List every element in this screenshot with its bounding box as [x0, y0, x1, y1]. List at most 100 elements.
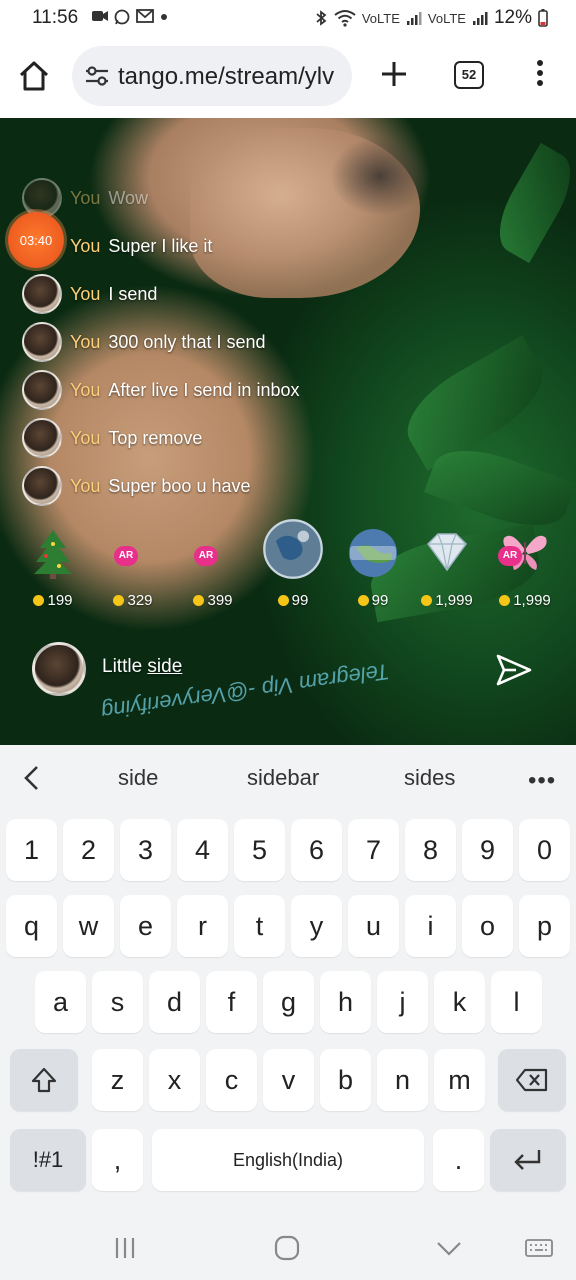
- key-1[interactable]: 1: [6, 819, 57, 881]
- key-8[interactable]: 8: [405, 819, 456, 881]
- shift-icon: [31, 1067, 57, 1093]
- avatar[interactable]: [22, 274, 62, 314]
- battery-icon: [538, 9, 548, 27]
- gmail-icon: [136, 9, 154, 23]
- key-3[interactable]: 3: [120, 819, 171, 881]
- coin-icon: [33, 595, 45, 606]
- keyboard-icon[interactable]: [524, 1233, 554, 1263]
- hide-keyboard-icon[interactable]: [434, 1233, 464, 1263]
- home-nav-icon[interactable]: [272, 1233, 302, 1263]
- avatar[interactable]: [32, 642, 86, 696]
- key-t[interactable]: t: [234, 895, 285, 957]
- chat-username[interactable]: You: [70, 428, 100, 449]
- backspace-icon: [515, 1068, 548, 1092]
- key-w[interactable]: w: [63, 895, 114, 957]
- gift-item[interactable]: 199: [22, 526, 84, 616]
- more-options-icon[interactable]: •••: [528, 767, 556, 795]
- gift-item[interactable]: 99: [342, 526, 404, 616]
- chat-text: Super boo u have: [108, 475, 251, 496]
- shift-key[interactable]: [10, 1049, 78, 1111]
- key-k[interactable]: k: [434, 971, 485, 1033]
- key-p[interactable]: p: [519, 895, 570, 957]
- key-b[interactable]: b: [320, 1049, 371, 1111]
- chevron-left-icon[interactable]: [18, 763, 46, 793]
- key-s[interactable]: s: [92, 971, 143, 1033]
- avatar[interactable]: [22, 418, 62, 458]
- key-a[interactable]: a: [35, 971, 86, 1033]
- signal-text-2: VoLTE: [427, 10, 466, 26]
- chat-username[interactable]: You: [70, 188, 100, 209]
- key-i[interactable]: i: [405, 895, 456, 957]
- home-icon[interactable]: [16, 58, 52, 94]
- avatar[interactable]: [22, 466, 62, 506]
- key-y[interactable]: y: [291, 895, 342, 957]
- send-icon[interactable]: [494, 650, 534, 690]
- chat-message: You 300 only that I send: [22, 322, 266, 362]
- gift-price: 399: [182, 592, 244, 609]
- avatar[interactable]: [22, 322, 62, 362]
- coin-icon: [277, 595, 289, 606]
- key-x[interactable]: x: [149, 1049, 200, 1111]
- key-u[interactable]: u: [348, 895, 399, 957]
- key-4[interactable]: 4: [177, 819, 228, 881]
- chat-username[interactable]: You: [70, 476, 100, 497]
- address-bar[interactable]: tango.me/stream/ylv: [72, 46, 352, 106]
- chat-text: I send: [108, 283, 158, 304]
- chat-input[interactable]: Little side: [102, 656, 182, 678]
- key-c[interactable]: c: [206, 1049, 257, 1111]
- key-j[interactable]: j: [377, 971, 428, 1033]
- chat-username[interactable]: You: [70, 380, 100, 401]
- chat-username[interactable]: You: [70, 284, 100, 305]
- backspace-key[interactable]: [498, 1049, 566, 1111]
- key-q[interactable]: q: [6, 895, 57, 957]
- new-tab-button[interactable]: [375, 56, 413, 94]
- peace-globe-icon: [349, 529, 397, 577]
- key-o[interactable]: o: [462, 895, 513, 957]
- key-h[interactable]: h: [320, 971, 371, 1033]
- key-e[interactable]: e: [120, 895, 171, 957]
- suggestion-item[interactable]: sides: [404, 765, 455, 791]
- key-z[interactable]: z: [92, 1049, 143, 1111]
- enter-key[interactable]: [490, 1129, 566, 1191]
- chat-username[interactable]: You: [70, 236, 100, 257]
- chat-username[interactable]: You: [70, 332, 100, 353]
- suggestion-item[interactable]: side: [118, 765, 158, 791]
- key-n[interactable]: n: [377, 1049, 428, 1111]
- site-settings-icon[interactable]: [84, 64, 110, 88]
- period-key[interactable]: .: [433, 1129, 484, 1191]
- key-g[interactable]: g: [263, 971, 314, 1033]
- key-l[interactable]: l: [491, 971, 542, 1033]
- gift-item[interactable]: AR 1,999: [494, 526, 556, 616]
- suggestion-item[interactable]: sidebar: [247, 765, 319, 791]
- comma-key[interactable]: ,: [92, 1129, 143, 1191]
- key-r[interactable]: r: [177, 895, 228, 957]
- live-stream-video[interactable]: You Wow You Super I like it You I send Y…: [0, 118, 576, 745]
- recents-icon[interactable]: [110, 1233, 140, 1263]
- diamond-icon: [427, 533, 467, 572]
- gift-price: 1,999: [416, 592, 478, 609]
- key-2[interactable]: 2: [63, 819, 114, 881]
- key-5[interactable]: 5: [234, 819, 285, 881]
- gift-item[interactable]: 1,999: [416, 526, 478, 616]
- chat-message: You I send: [22, 274, 157, 314]
- key-v[interactable]: v: [263, 1049, 314, 1111]
- symbols-key[interactable]: !#1: [10, 1129, 86, 1191]
- keyboard: side sidebar sides ••• 1 2 3 4 5 6 7 8 9…: [0, 745, 576, 1215]
- wifi-icon: [334, 10, 356, 27]
- key-9[interactable]: 9: [462, 819, 513, 881]
- avatar[interactable]: [22, 370, 62, 410]
- space-key[interactable]: English(India): [152, 1129, 424, 1191]
- url-text[interactable]: tango.me/stream/ylv: [118, 63, 344, 91]
- key-d[interactable]: d: [149, 971, 200, 1033]
- gift-item[interactable]: AR 329: [102, 526, 164, 616]
- key-6[interactable]: 6: [291, 819, 342, 881]
- gift-item[interactable]: AR 399: [182, 526, 244, 616]
- timer-badge[interactable]: 03:40: [8, 212, 64, 268]
- key-f[interactable]: f: [206, 971, 257, 1033]
- more-menu-icon[interactable]: [530, 56, 550, 96]
- gift-item[interactable]: 99: [262, 519, 324, 616]
- key-7[interactable]: 7: [348, 819, 399, 881]
- key-0[interactable]: 0: [519, 819, 570, 881]
- tab-switcher-button[interactable]: 52: [454, 61, 484, 89]
- key-m[interactable]: m: [434, 1049, 485, 1111]
